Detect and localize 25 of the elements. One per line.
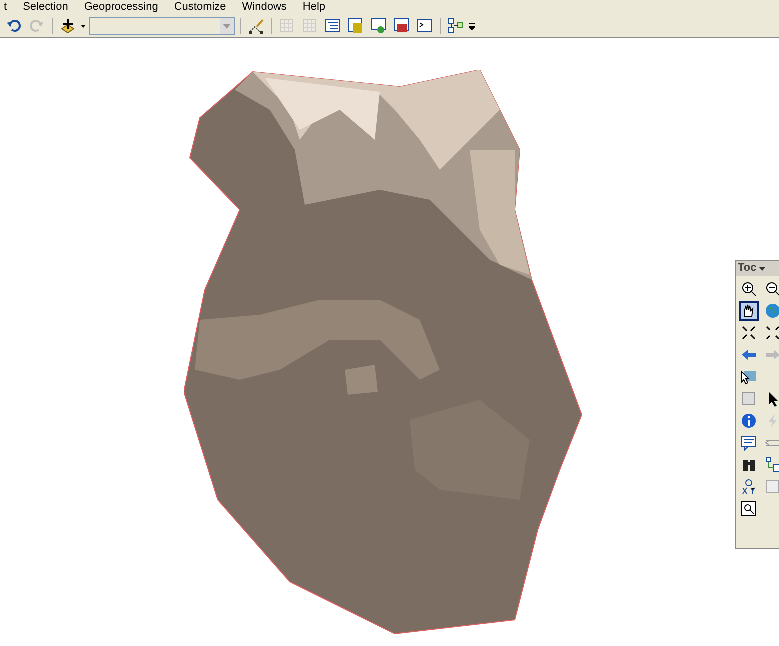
- menu-item[interactable]: Geoprocessing: [84, 0, 158, 16]
- table-icon: [302, 18, 318, 34]
- menu-item[interactable]: Customize: [174, 0, 226, 16]
- dropdown-icon[interactable]: [758, 266, 766, 270]
- menu-item[interactable]: Help: [302, 0, 326, 16]
- zoom-window-tool[interactable]: [739, 498, 759, 518]
- goto-xy-icon: [741, 478, 757, 494]
- globe-icon: [765, 302, 779, 318]
- menu-item[interactable]: Windows: [242, 0, 287, 16]
- redo-icon: [29, 18, 45, 34]
- menu-item[interactable]: Selection: [23, 0, 68, 16]
- zoom-in-icon: [741, 280, 757, 296]
- pan-tool[interactable]: [739, 300, 759, 320]
- zoom-out-icon: [765, 280, 779, 296]
- add-data-icon: [60, 18, 76, 34]
- html-popup-icon: [741, 434, 757, 450]
- palette-title: Toc: [738, 261, 757, 276]
- table-icon: [279, 18, 295, 34]
- menu-item[interactable]: t: [4, 0, 8, 16]
- select-icon: [741, 368, 757, 384]
- undo-icon: [6, 18, 22, 34]
- zoom-window-icon: [741, 500, 757, 516]
- caret-icon[interactable]: [81, 24, 86, 28]
- toolbar-options-icon[interactable]: [469, 22, 475, 30]
- identify-icon: [741, 412, 757, 428]
